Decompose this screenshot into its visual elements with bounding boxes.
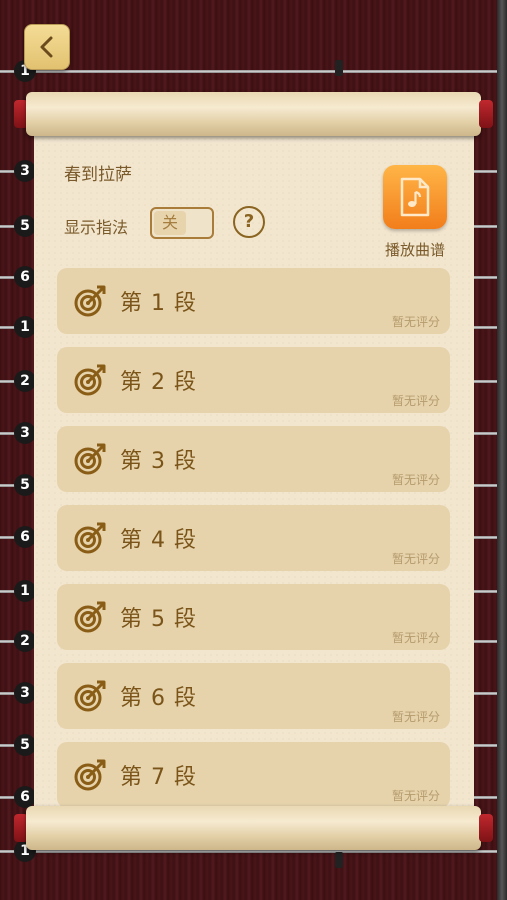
string-note-label: 6 [14,526,36,548]
string-note-label: 6 [14,266,36,288]
section-item[interactable]: 第 4 段暂无评分 [57,505,450,571]
bottom-scroll-roller [12,806,495,850]
string-note-label: 5 [14,734,36,756]
guzheng-string[interactable] [0,850,507,853]
section-item[interactable]: 第 7 段暂无评分 [57,742,450,806]
section-name: 第 3 段 [120,449,197,474]
target-arrow-icon [74,680,106,712]
top-scroll-roller [12,92,495,136]
string-note-label: 6 [14,786,36,808]
section-score: 暂无评分 [391,789,440,803]
section-score: 暂无评分 [391,710,440,724]
guzheng-string[interactable] [0,70,507,73]
section-score: 暂无评分 [391,473,440,487]
string-note-label: 1 [14,580,36,602]
sections-viewport[interactable]: 第 1 段暂无评分第 2 段暂无评分第 3 段暂无评分第 4 段暂无评分第 5 … [34,130,474,806]
section-item[interactable]: 第 5 段暂无评分 [57,584,450,650]
section-item[interactable]: 第 3 段暂无评分 [57,426,450,492]
string-note-label: 5 [14,474,36,496]
string-note-label: 3 [14,682,36,704]
target-arrow-icon [74,522,106,554]
section-item[interactable]: 第 2 段暂无评分 [57,347,450,413]
target-arrow-icon [74,443,106,475]
string-peg [335,852,343,868]
section-name: 第 5 段 [120,607,197,632]
target-arrow-icon [74,759,106,791]
section-name: 第 7 段 [120,765,197,790]
section-score: 暂无评分 [391,394,440,408]
section-name: 第 1 段 [120,291,197,316]
section-item[interactable]: 第 6 段暂无评分 [57,663,450,729]
string-note-label: 3 [14,422,36,444]
section-name: 第 4 段 [120,528,197,553]
section-name: 第 2 段 [120,370,197,395]
section-score: 暂无评分 [391,315,440,329]
target-arrow-icon [74,364,106,396]
section-item[interactable]: 第 1 段暂无评分 [57,268,450,334]
section-score: 暂无评分 [391,631,440,645]
target-arrow-icon [74,601,106,633]
right-rail [497,0,507,900]
string-note-label: 5 [14,215,36,237]
string-peg [335,60,343,76]
back-button[interactable] [24,24,70,70]
string-note-label: 1 [14,316,36,338]
string-note-label: 2 [14,370,36,392]
section-name: 第 6 段 [120,686,197,711]
string-note-label: 2 [14,630,36,652]
target-arrow-icon [74,285,106,317]
chevron-left-icon [40,36,53,58]
string-note-label: 3 [14,160,36,182]
section-score: 暂无评分 [391,552,440,566]
